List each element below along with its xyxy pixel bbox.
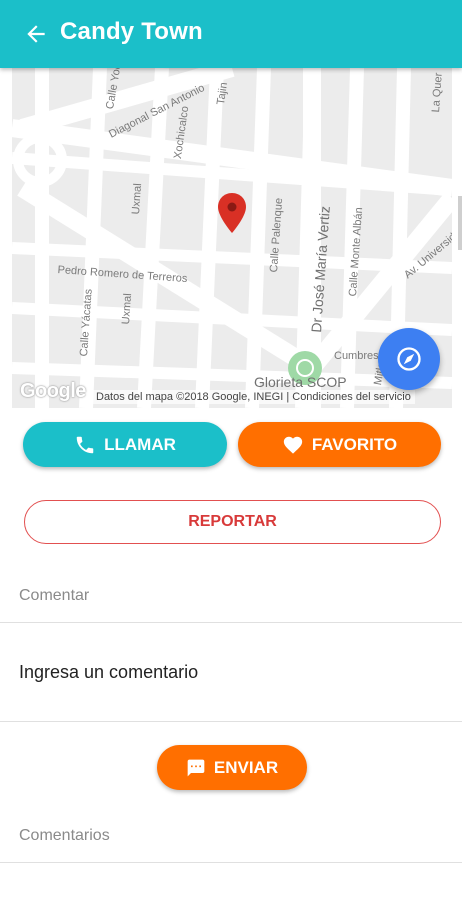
divider	[0, 862, 462, 863]
heart-icon	[283, 436, 302, 454]
place-label: Glorieta SCOP	[254, 374, 347, 390]
back-button[interactable]	[18, 16, 54, 52]
page-title: Candy Town	[60, 18, 203, 45]
favorite-button[interactable]: FAVORITO	[238, 422, 441, 467]
compass-button[interactable]	[378, 328, 440, 390]
send-label: ENVIAR	[213, 757, 279, 777]
call-button[interactable]: LLAMAR	[23, 422, 227, 467]
google-logo: Google	[20, 380, 86, 402]
map-attribution[interactable]: Datos del mapa ©2018 Google, INEGI | Con…	[92, 390, 415, 404]
comment-section-label: Comentar	[19, 587, 90, 604]
app-bar: Candy Town	[0, 0, 462, 68]
comment-input[interactable]	[0, 624, 462, 720]
scroll-indicator	[458, 196, 462, 250]
divider	[0, 622, 462, 623]
send-button[interactable]: ENVIAR	[157, 745, 307, 790]
call-label: LLAMAR	[104, 434, 176, 454]
message-icon	[187, 759, 205, 776]
street-label: Uxmal	[120, 292, 135, 325]
arrow-left-icon	[27, 25, 45, 43]
divider	[0, 721, 462, 722]
terms-link[interactable]: Condiciones del servicio	[292, 391, 411, 403]
favorite-label: FAVORITO	[311, 434, 398, 454]
attribution-text: Datos del mapa ©2018 Google, INEGI	[96, 391, 284, 403]
compass-icon	[397, 347, 421, 371]
phone-icon	[76, 436, 94, 453]
street-label: Uxmal	[130, 182, 145, 215]
comments-section-label: Comentarios	[19, 827, 110, 844]
report-button[interactable]: REPORTAR	[24, 500, 441, 544]
street-label: Cumbres	[334, 350, 379, 362]
